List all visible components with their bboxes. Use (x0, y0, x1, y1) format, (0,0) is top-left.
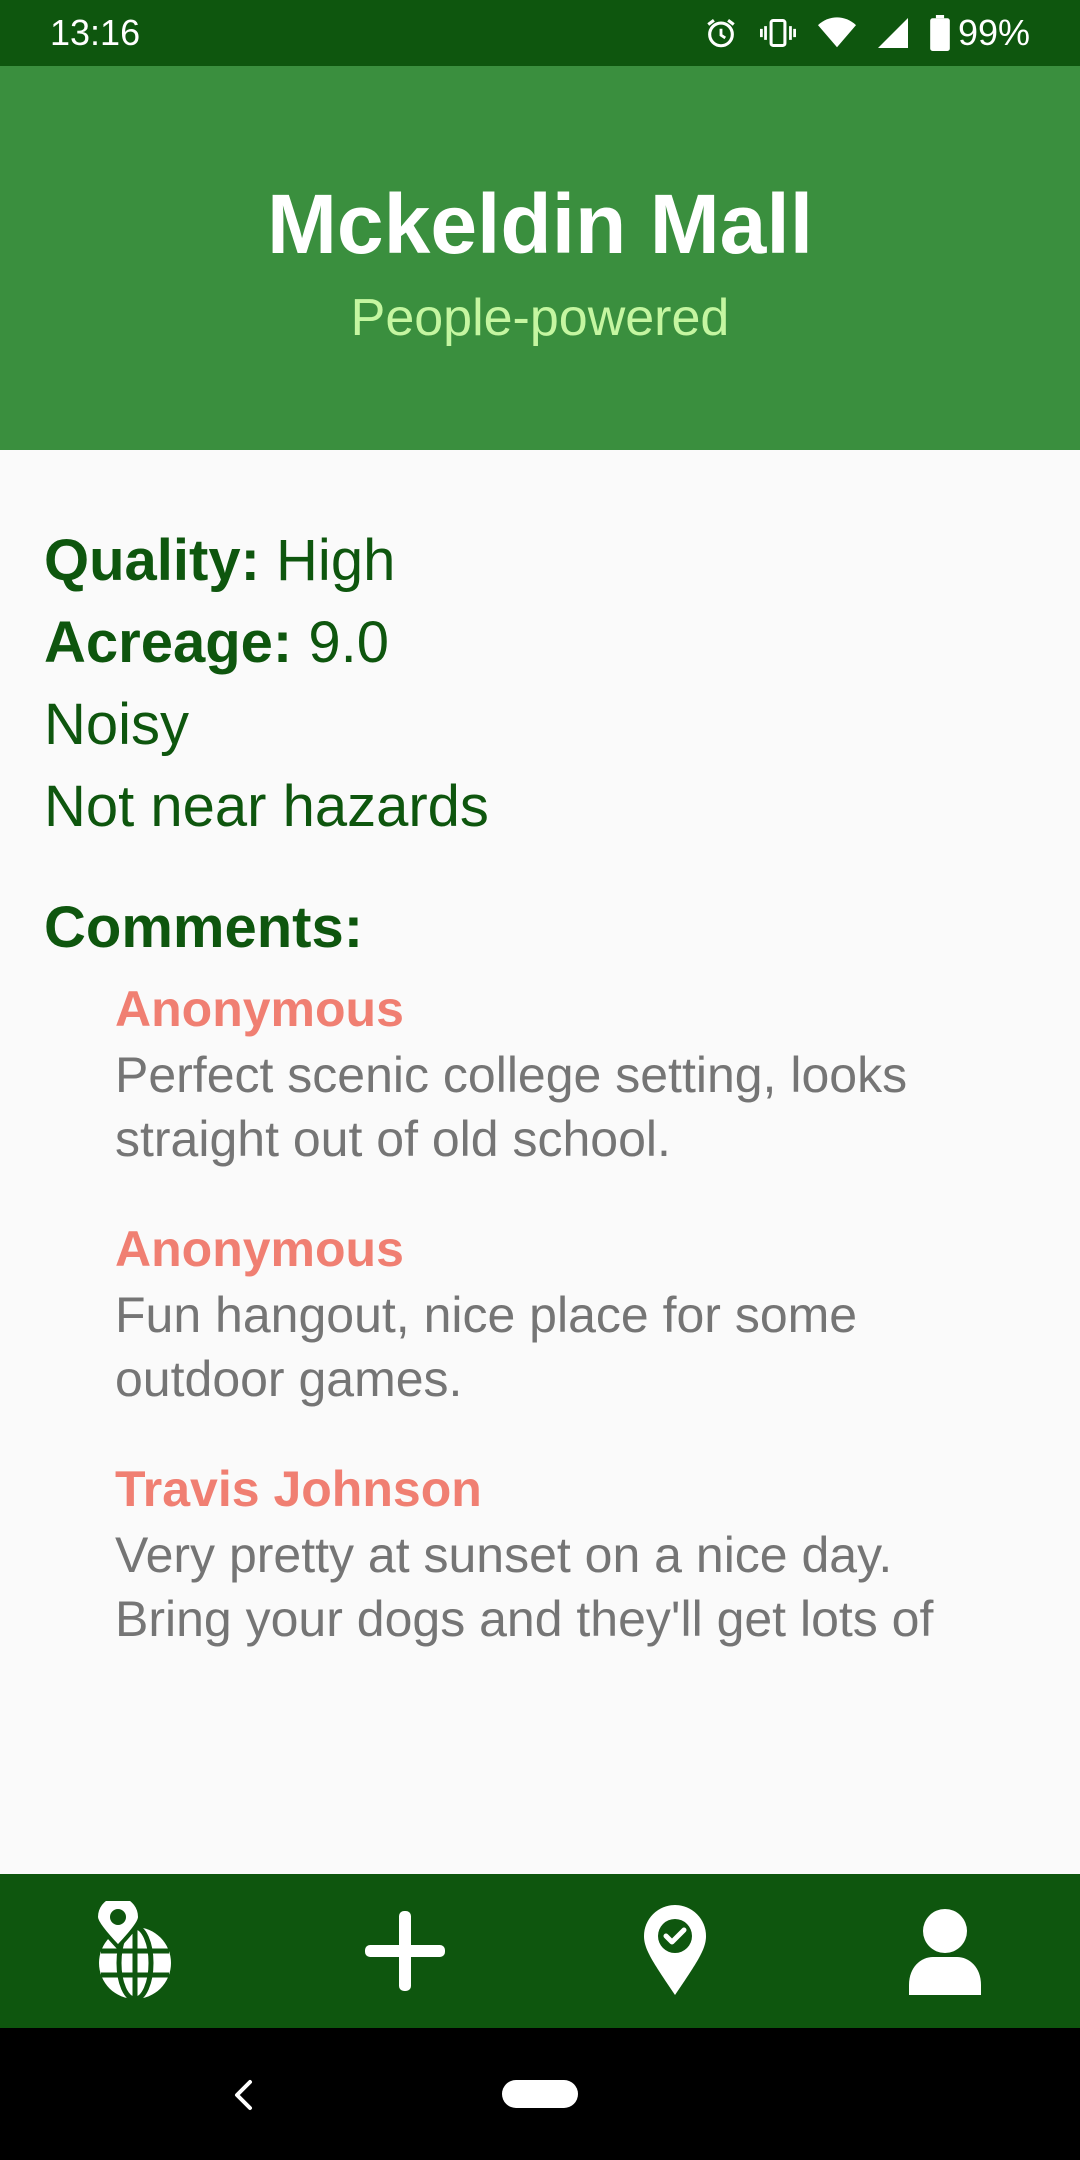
comment-text: Perfect scenic college setting, looks st… (115, 1047, 908, 1167)
battery-icon (930, 15, 950, 51)
comments-list[interactable]: Anonymous Perfect scenic college setting… (115, 975, 1015, 1655)
quality-row: Quality: High (44, 520, 1044, 602)
header: Mckeldin Mall People-powered (0, 66, 1080, 450)
back-chevron-icon (235, 2080, 252, 2110)
comment-author: Anonymous (115, 1221, 404, 1277)
vibrate-icon (759, 19, 796, 47)
wifi-icon (817, 17, 856, 48)
nav-profile-button[interactable] (810, 1874, 1080, 2028)
hazards-row: Not near hazards (44, 774, 489, 839)
comment-item: Anonymous Fun hangout, nice place for so… (115, 1215, 1015, 1411)
acreage-label: Acreage: (44, 610, 293, 675)
comments-heading: Comments: (44, 895, 364, 960)
system-navigation-bar (0, 2028, 1080, 2160)
nav-map-button[interactable] (0, 1874, 270, 2028)
noise-row: Noisy (44, 692, 190, 757)
comment-author: Anonymous (115, 981, 404, 1037)
system-home-button[interactable] (502, 2080, 578, 2108)
bottom-navigation (0, 1874, 1080, 2028)
quality-value: High (276, 528, 396, 593)
status-bar: 13:16 99% (0, 0, 1080, 66)
comment-author: Travis Johnson (115, 1461, 482, 1517)
battery-percent: 99% (957, 12, 1030, 53)
comment-item: Anonymous Perfect scenic college setting… (115, 975, 1015, 1171)
status-icons: 99% (704, 10, 1030, 56)
location-details: Quality: High Acreage: 9.0 Noisy Not nea… (44, 520, 1044, 968)
comment-text: Very pretty at sunset on a nice day. Bri… (115, 1527, 934, 1647)
quality-label: Quality: (44, 528, 260, 593)
comment-text: Fun hangout, nice place for some outdoor… (115, 1287, 858, 1407)
signal-icon (877, 18, 908, 48)
battery-indicator: 99% (930, 12, 1030, 54)
alarm-icon (707, 19, 735, 48)
page-subtitle: People-powered (350, 289, 730, 347)
status-time: 13:16 (50, 12, 141, 53)
page-title: Mckeldin Mall (266, 177, 814, 271)
system-back-button[interactable] (218, 2068, 268, 2122)
location-check-icon (644, 1905, 706, 1995)
acreage-row: Acreage: 9.0 (44, 602, 1044, 684)
person-icon (909, 1909, 981, 1995)
nav-visited-button[interactable] (540, 1874, 810, 2028)
nav-add-button[interactable] (270, 1874, 540, 2028)
globe-pin-icon (93, 1901, 171, 2001)
acreage-value: 9.0 (308, 610, 389, 675)
plus-icon (365, 1911, 445, 1991)
comment-item: Travis Johnson Very pretty at sunset on … (115, 1455, 1015, 1651)
